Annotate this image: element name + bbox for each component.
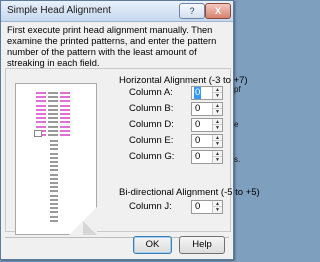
- pattern-bar-gray: [48, 100, 58, 103]
- column-j-down-arrow-icon[interactable]: ▼: [213, 207, 222, 213]
- pattern-bar-gray: [50, 152, 58, 155]
- ok-button[interactable]: OK: [133, 236, 172, 254]
- pattern-bar-magenta: [60, 117, 70, 120]
- pattern-bar-gray: [50, 211, 58, 214]
- pattern-bar-magenta: [60, 113, 70, 115]
- pattern-bar-gray: [48, 125, 58, 128]
- pattern-bar-magenta: [36, 121, 46, 124]
- column-b-down-arrow-icon[interactable]: ▼: [213, 109, 222, 115]
- title-help-button[interactable]: ?: [179, 3, 205, 19]
- column-a-down-arrow-icon[interactable]: ▼: [213, 93, 222, 99]
- pattern-bar-gray: [50, 198, 58, 201]
- column-b-label: Column B:: [129, 103, 174, 114]
- column-e-arrows: ▲ ▼: [212, 135, 222, 147]
- pattern-bar-gray: [50, 144, 58, 147]
- pattern-bar-magenta: [60, 125, 70, 128]
- column-e-label: Column E:: [129, 135, 174, 146]
- pattern-bar-gray: [50, 219, 58, 222]
- column-a-value[interactable]: 0: [194, 87, 202, 99]
- pattern-bar-gray: [50, 215, 58, 218]
- pattern-bar-magenta: [36, 104, 46, 107]
- column-g-down-arrow-icon[interactable]: ▼: [213, 157, 222, 163]
- column-d-value[interactable]: 0: [195, 119, 200, 131]
- column-j-arrows: ▲ ▼: [212, 201, 222, 213]
- column-a-spinner[interactable]: 0 ▲ ▼: [191, 86, 223, 100]
- pattern-bar-gray: [50, 148, 58, 151]
- print-pattern-preview: [15, 83, 97, 235]
- pattern-bar-gray: [50, 203, 58, 205]
- pattern-bar-gray: [48, 134, 58, 136]
- pattern-bar-gray: [50, 165, 58, 168]
- column-b-arrows: ▲ ▼: [212, 103, 222, 115]
- background-fragment-1: pf: [234, 85, 241, 94]
- column-g-value[interactable]: 0: [195, 151, 200, 163]
- column-j-label: Column J:: [129, 201, 172, 212]
- pattern-bar-gray: [48, 96, 58, 99]
- pattern-bar-gray: [50, 207, 58, 210]
- pattern-bar-gray: [50, 194, 58, 197]
- pattern-bar-magenta: [36, 108, 46, 111]
- title-bar: Simple Head Alignment ? X: [1, 1, 233, 22]
- pattern-bar-magenta: [60, 108, 70, 111]
- pattern-bar-gray: [50, 182, 58, 184]
- column-b-spinner[interactable]: 0 ▲ ▼: [191, 102, 223, 116]
- pattern-bar-magenta: [60, 121, 70, 124]
- pattern-bar-magenta: [36, 92, 46, 94]
- pattern-bar-magenta: [60, 92, 70, 94]
- pattern-bar-gray: [50, 156, 58, 159]
- pattern-bar-gray: [48, 104, 58, 107]
- pattern-bar-gray: [50, 177, 58, 180]
- column-d-spinner[interactable]: 0 ▲ ▼: [191, 118, 223, 132]
- pattern-bar-gray: [50, 186, 58, 189]
- pattern-bar-magenta: [60, 129, 70, 132]
- column-d-label: Column D:: [129, 119, 174, 130]
- pattern-bar-gray: [50, 190, 58, 193]
- pattern-bar-magenta: [36, 96, 46, 99]
- column-b-value[interactable]: 0: [195, 103, 200, 115]
- column-a-label: Column A:: [129, 87, 173, 98]
- pattern-bar-magenta: [36, 117, 46, 120]
- pattern-bar-magenta: [36, 100, 46, 103]
- pattern-bar-gray: [48, 113, 58, 115]
- instructions-text: First execute print head alignment manua…: [7, 25, 217, 68]
- column-e-spinner[interactable]: 0 ▲ ▼: [191, 134, 223, 148]
- dialog-title: Simple Head Alignment: [7, 5, 111, 16]
- title-close-button[interactable]: X: [205, 3, 231, 19]
- head-alignment-dialog: Simple Head Alignment ? X First execute …: [0, 0, 260, 260]
- horizontal-heading: Horizontal Alignment (-3 to +7): [119, 75, 248, 86]
- column-e-down-arrow-icon[interactable]: ▼: [213, 141, 222, 147]
- column-j-value[interactable]: 0: [195, 201, 200, 213]
- background-fragment-2: e: [234, 120, 239, 129]
- pattern-bar-magenta: [60, 96, 70, 99]
- pattern-bar-gray: [48, 129, 58, 132]
- pattern-bar-gray: [48, 121, 58, 124]
- pattern-marker: [34, 130, 42, 137]
- pattern-bar-magenta: [36, 125, 46, 128]
- pattern-bar-gray: [48, 92, 58, 94]
- pattern-bar-gray: [48, 108, 58, 111]
- page-fold: [83, 221, 97, 235]
- pattern-bar-gray: [48, 117, 58, 120]
- column-d-down-arrow-icon[interactable]: ▼: [213, 125, 222, 131]
- background-fragment-3: s.: [234, 155, 241, 164]
- column-g-arrows: ▲ ▼: [212, 151, 222, 163]
- column-e-value[interactable]: 0: [195, 135, 200, 147]
- pattern-bar-magenta: [60, 104, 70, 107]
- column-g-label: Column G:: [129, 151, 175, 162]
- help-button[interactable]: Help: [179, 236, 225, 254]
- pattern-bar-gray: [50, 140, 58, 142]
- column-g-spinner[interactable]: 0 ▲ ▼: [191, 150, 223, 164]
- pattern-bar-magenta: [60, 100, 70, 103]
- pattern-bar-gray: [50, 169, 58, 172]
- pattern-bar-magenta: [36, 113, 46, 115]
- column-j-spinner[interactable]: 0 ▲ ▼: [191, 200, 223, 214]
- pattern-bar-gray: [50, 161, 58, 163]
- column-a-arrows: ▲ ▼: [212, 87, 222, 99]
- pattern-bar-gray: [50, 173, 58, 176]
- column-d-arrows: ▲ ▼: [212, 119, 222, 131]
- bidirectional-heading: Bi-directional Alignment (-5 to +5): [119, 187, 260, 198]
- pattern-bar-magenta: [60, 134, 70, 136]
